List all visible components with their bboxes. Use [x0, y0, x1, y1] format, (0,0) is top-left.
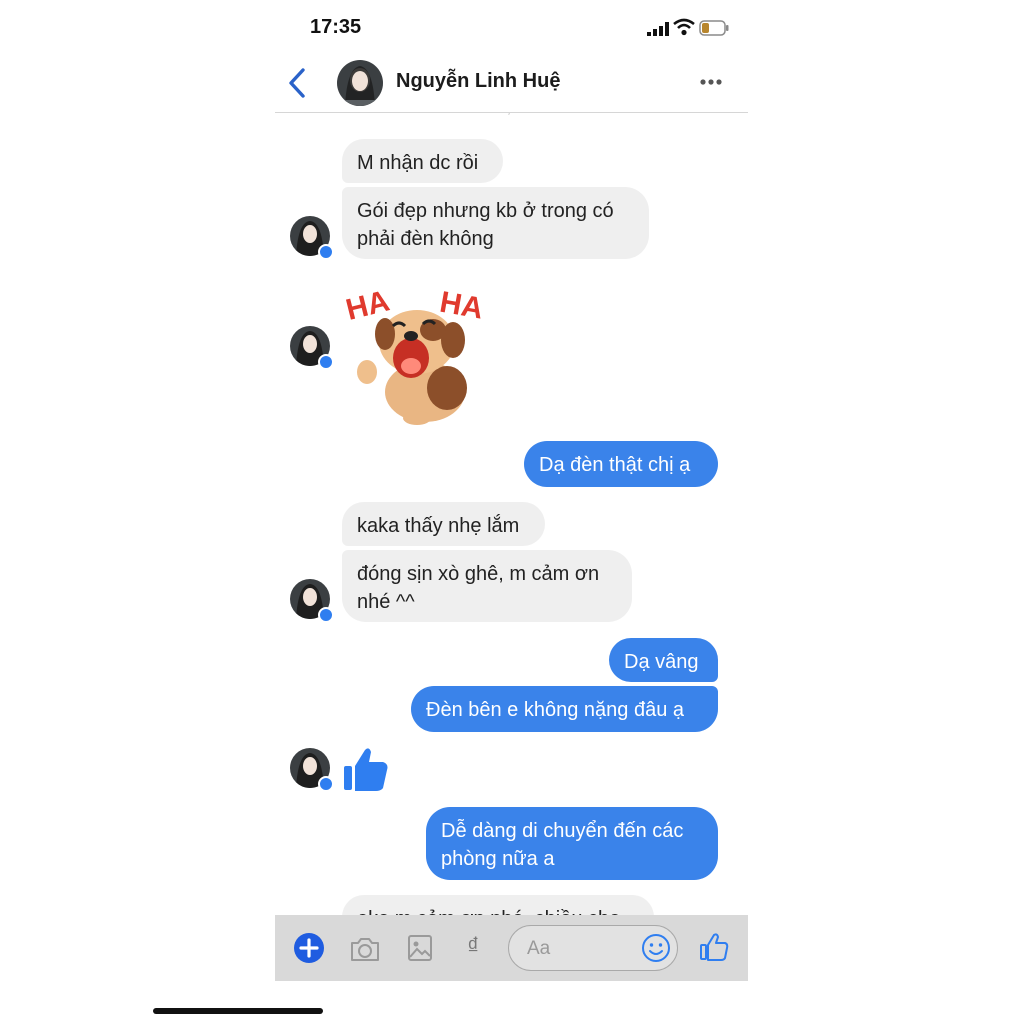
message-text: Đèn bên e không nặng đâu ạ	[426, 699, 684, 721]
like-icon[interactable]	[341, 744, 391, 794]
contact-name[interactable]: Nguyễn Linh Huệ	[396, 70, 560, 93]
like-icon[interactable]	[699, 932, 729, 962]
back-icon[interactable]	[285, 66, 311, 100]
svg-text:HA: HA	[437, 286, 485, 326]
wifi-icon	[673, 18, 695, 36]
outgoing-message[interactable]: Dễ dàng di chuyển đến các phòng nữa a	[426, 807, 718, 880]
message-text: đóng sịn xò ghê, m cảm ơn nhé ^^	[357, 563, 600, 613]
battery-icon	[699, 20, 729, 36]
sender-avatar[interactable]	[290, 748, 334, 792]
cellular-signal-icon	[647, 22, 669, 36]
home-indicator[interactable]	[153, 1008, 323, 1014]
sender-avatar[interactable]	[290, 216, 334, 260]
incoming-message[interactable]: đóng sịn xò ghê, m cảm ơn nhé ^^	[342, 550, 632, 622]
messenger-badge-icon	[318, 607, 334, 623]
sender-avatar[interactable]	[290, 326, 334, 370]
image-icon[interactable]	[407, 934, 433, 962]
message-text: kaka thấy nhẹ lắm	[357, 515, 520, 537]
messenger-badge-icon	[318, 244, 334, 260]
sender-avatar[interactable]	[290, 579, 334, 623]
message-text: Dạ vâng	[624, 651, 699, 673]
plus-icon[interactable]	[293, 932, 325, 964]
message-text: Dạ đèn thật chị ạ	[539, 454, 691, 476]
messenger-badge-icon	[318, 776, 334, 792]
smiley-icon[interactable]	[641, 933, 671, 963]
message-text: Gói đẹp nhưng kb ở trong có phải đèn khô…	[357, 200, 614, 250]
incoming-message[interactable]: M nhận dc rồi	[342, 139, 503, 183]
status-bar: 17:35	[275, 0, 748, 56]
more-icon[interactable]	[699, 74, 723, 90]
message-input[interactable]: Aa	[508, 925, 678, 971]
message-text: Dễ dàng di chuyển đến các phòng nữa a	[441, 820, 684, 870]
incoming-message[interactable]: Gói đẹp nhưng kb ở trong có phải đèn khô…	[342, 187, 649, 259]
message-input-placeholder: Aa	[527, 938, 551, 959]
status-time: 17:35	[310, 16, 362, 38]
payment-icon[interactable]: ₫	[467, 933, 479, 961]
message-composer: ₫ Aa	[275, 915, 748, 981]
outgoing-message[interactable]: Dạ đèn thật chị ạ	[524, 441, 718, 487]
camera-icon[interactable]	[349, 935, 381, 963]
outgoing-message[interactable]: Dạ vâng	[609, 638, 718, 682]
message-text: M nhận dc rồi	[357, 152, 479, 174]
incoming-message[interactable]: kaka thấy nhẹ lắm	[342, 502, 545, 546]
contact-avatar[interactable]	[337, 60, 383, 106]
conversation-header: Nguyễn Linh Huệ	[275, 56, 748, 113]
haha-dog-sticker[interactable]: HA HA	[345, 280, 495, 428]
messenger-badge-icon	[318, 354, 334, 370]
messenger-screen: 17:35 Nguyễn Linh Huệ M nhận dc rồi Gói …	[275, 0, 748, 1024]
outgoing-message[interactable]: Đèn bên e không nặng đâu ạ	[411, 686, 718, 732]
